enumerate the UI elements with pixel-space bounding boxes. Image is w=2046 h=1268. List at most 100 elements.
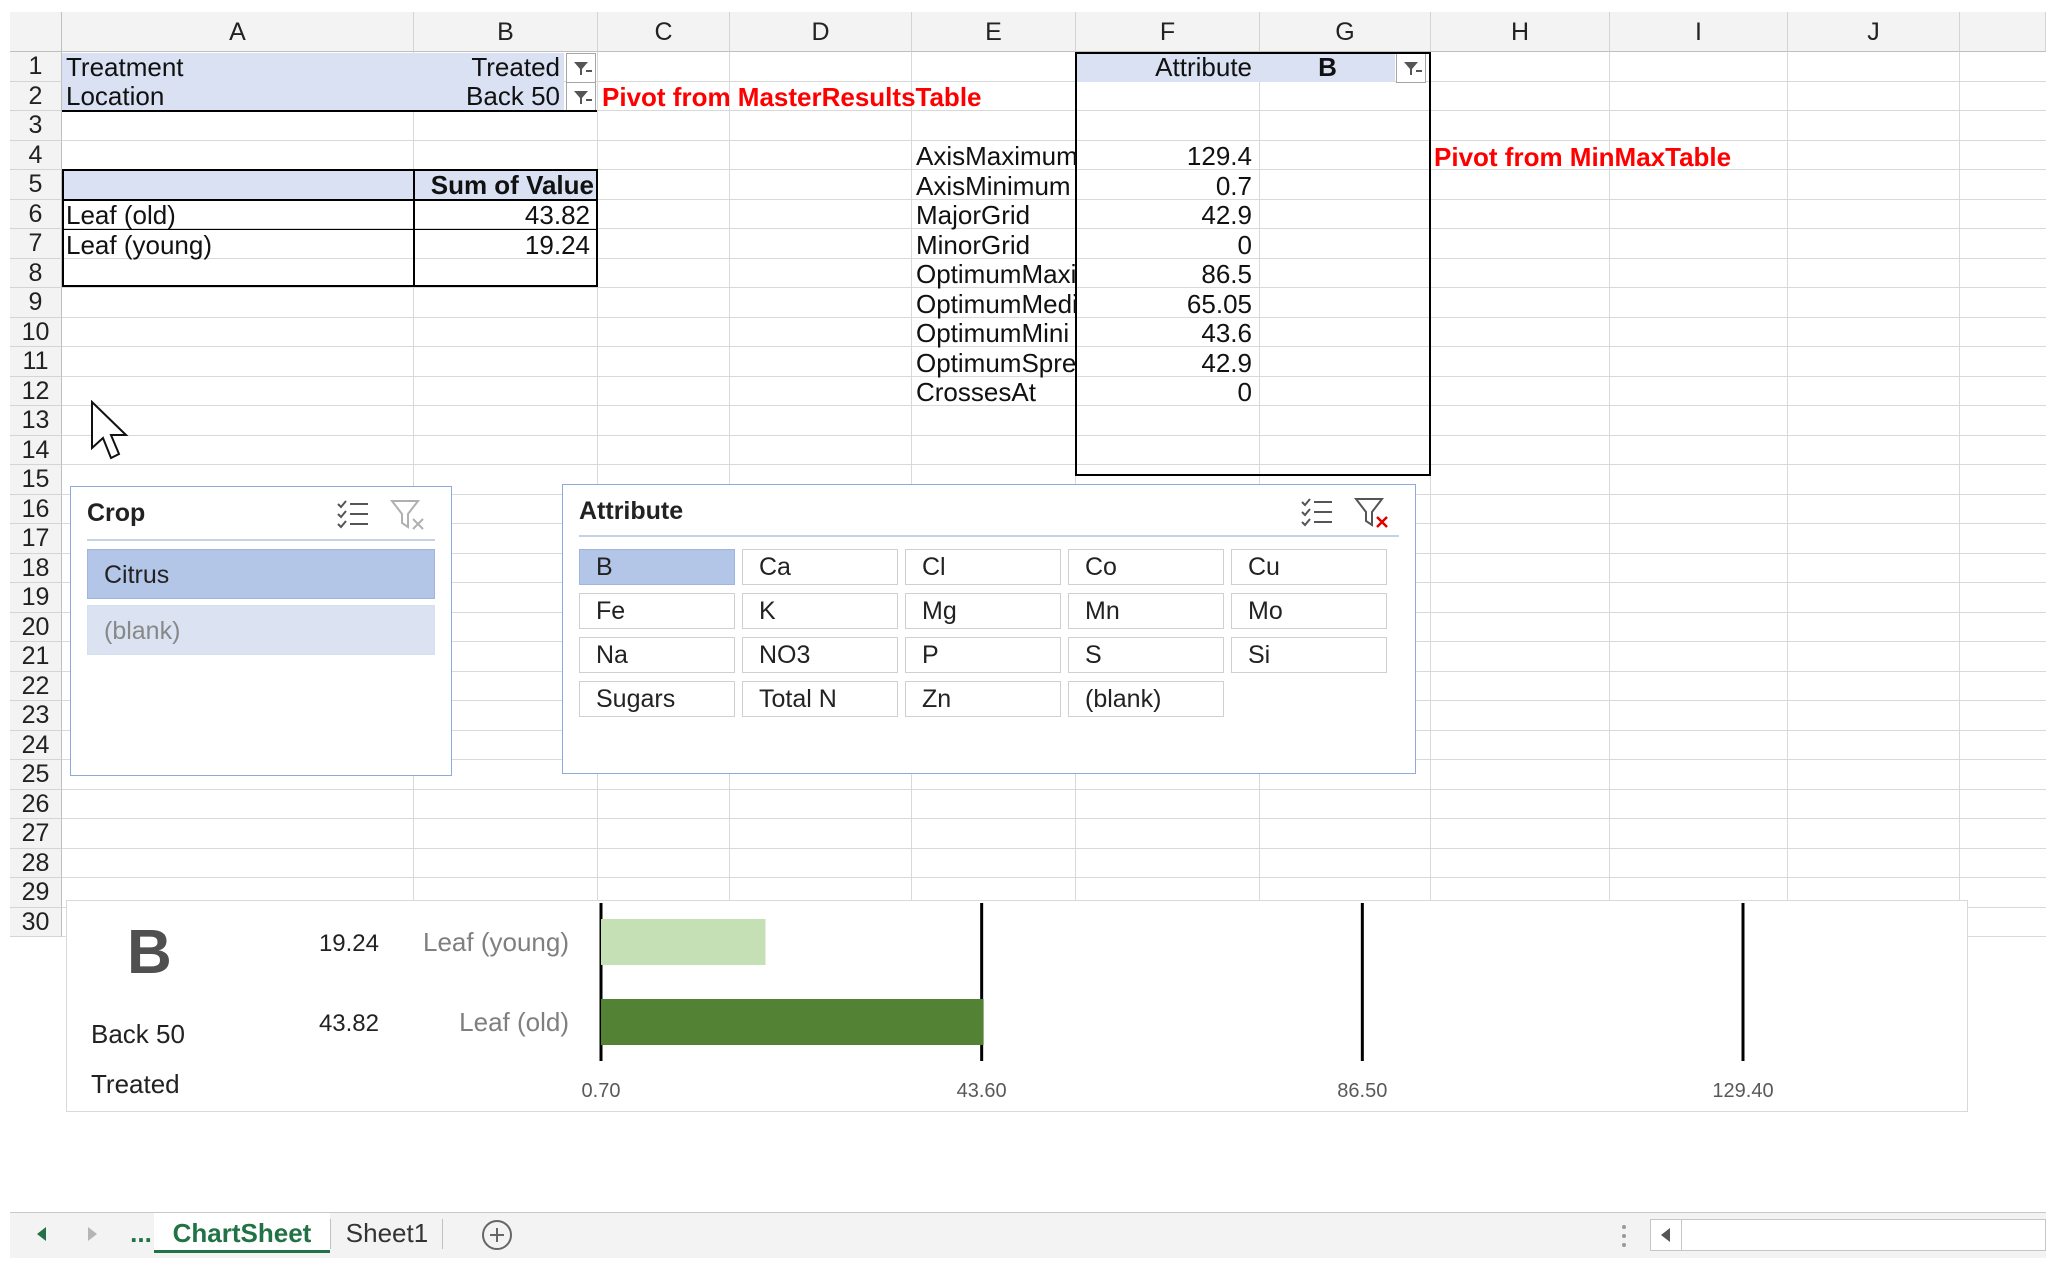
pivot2-row-value[interactable]: 42.9 bbox=[1078, 200, 1260, 230]
row-header[interactable]: 24 bbox=[10, 730, 62, 760]
pivot2-row-value[interactable]: 0.7 bbox=[1078, 171, 1260, 201]
add-sheet-icon[interactable] bbox=[480, 1218, 514, 1257]
filter-location-label[interactable]: Location bbox=[62, 82, 424, 111]
slicer-item-si[interactable]: Si bbox=[1231, 637, 1387, 673]
column-header[interactable]: E bbox=[912, 12, 1076, 52]
slicer-item-citrus[interactable]: Citrus bbox=[87, 549, 435, 599]
row-header[interactable]: 8 bbox=[10, 258, 62, 288]
slicer-item-k[interactable]: K bbox=[742, 593, 898, 629]
slicer-item-blank[interactable]: (blank) bbox=[87, 605, 435, 655]
pivot2-row-label[interactable]: OptimumMedi bbox=[916, 289, 1076, 319]
filter-location-value[interactable]: Back 50 bbox=[414, 82, 564, 111]
attribute-slicer[interactable]: Attribute B Ca Cl Co Cu Fe K Mg Mn Mo Na NO3 P S Si Sug… bbox=[562, 484, 1416, 774]
row-header[interactable]: 30 bbox=[10, 907, 62, 937]
scroll-left-button[interactable] bbox=[1651, 1220, 1682, 1250]
slicer-item-no3[interactable]: NO3 bbox=[742, 637, 898, 673]
column-header[interactable]: D bbox=[730, 12, 912, 52]
row-header[interactable]: 13 bbox=[10, 406, 62, 436]
filter-treatment-value[interactable]: Treated bbox=[414, 53, 564, 82]
column-header[interactable]: J bbox=[1788, 12, 1960, 52]
pivot2-row-value[interactable]: 0 bbox=[1078, 230, 1260, 260]
multi-select-icon[interactable] bbox=[335, 497, 371, 536]
splitter-handle-icon[interactable] bbox=[1620, 1223, 1628, 1254]
pivot2-row-value[interactable]: 43.6 bbox=[1078, 318, 1260, 348]
slicer-item-mn[interactable]: Mn bbox=[1068, 593, 1224, 629]
row-header[interactable]: 20 bbox=[10, 612, 62, 642]
column-header[interactable]: G bbox=[1260, 12, 1431, 52]
row-header[interactable]: 28 bbox=[10, 848, 62, 878]
slicer-item-sugars[interactable]: Sugars bbox=[579, 681, 735, 717]
slicer-item-p[interactable]: P bbox=[905, 637, 1061, 673]
tab-scroll-right-icon[interactable] bbox=[84, 1225, 100, 1248]
column-header[interactable]: C bbox=[598, 12, 730, 52]
pivot2-row-value[interactable]: 65.05 bbox=[1078, 289, 1260, 319]
clear-filter-icon[interactable] bbox=[1353, 495, 1391, 534]
slicer-item-zn[interactable]: Zn bbox=[905, 681, 1061, 717]
pivot2-row-label[interactable]: AxisMinimum bbox=[916, 171, 1076, 201]
row-header[interactable]: 12 bbox=[10, 376, 62, 406]
tab-sheet1[interactable]: Sheet1 bbox=[332, 1213, 442, 1253]
row-header[interactable]: 23 bbox=[10, 701, 62, 731]
slicer-item-ca[interactable]: Ca bbox=[742, 549, 898, 585]
pivot2-row-label[interactable]: MajorGrid bbox=[916, 200, 1076, 230]
pivot2-row-value[interactable]: 0 bbox=[1078, 377, 1260, 407]
row-header[interactable]: 4 bbox=[10, 140, 62, 170]
column-header[interactable]: A bbox=[62, 12, 414, 52]
horizontal-scrollbar[interactable] bbox=[1650, 1219, 2046, 1251]
column-header[interactable]: H bbox=[1431, 12, 1610, 52]
tab-chartsheet[interactable]: ChartSheet bbox=[154, 1213, 330, 1253]
row-header[interactable]: 1 bbox=[10, 52, 62, 82]
slicer-item-total-n[interactable]: Total N bbox=[742, 681, 898, 717]
pivot2-row-value[interactable]: 129.4 bbox=[1078, 141, 1260, 171]
bar-chart[interactable]: B Back 50 Treated 0.70 43.60 86.50 129.40 Le… bbox=[66, 900, 1968, 1112]
column-header[interactable]: F bbox=[1076, 12, 1260, 52]
column-header[interactable]: B bbox=[414, 12, 598, 52]
slicer-item-b[interactable]: B bbox=[579, 549, 735, 585]
column-header[interactable]: I bbox=[1610, 12, 1788, 52]
row-header[interactable]: 15 bbox=[10, 465, 62, 495]
row-header[interactable]: 19 bbox=[10, 583, 62, 613]
pivot2-row-value[interactable]: 86.5 bbox=[1078, 259, 1260, 289]
row-header[interactable]: 10 bbox=[10, 317, 62, 347]
row-header[interactable]: 2 bbox=[10, 81, 62, 111]
pivot2-row-label[interactable]: AxisMaximum bbox=[916, 141, 1076, 171]
slicer-item-mg[interactable]: Mg bbox=[905, 593, 1061, 629]
row-header[interactable]: 21 bbox=[10, 642, 62, 672]
row-header[interactable]: 22 bbox=[10, 671, 62, 701]
pivot2-row-value[interactable]: 42.9 bbox=[1078, 348, 1260, 378]
pivot2-row-label[interactable]: OptimumSprea bbox=[916, 348, 1076, 378]
crop-slicer[interactable]: Crop Citrus (blank) bbox=[70, 486, 452, 776]
slicer-item-blank[interactable]: (blank) bbox=[1068, 681, 1224, 717]
slicer-item-s[interactable]: S bbox=[1068, 637, 1224, 673]
slicer-item-co[interactable]: Co bbox=[1068, 549, 1224, 585]
select-all-corner[interactable] bbox=[10, 12, 62, 52]
tab-scroll-left-icon[interactable] bbox=[34, 1225, 50, 1248]
row-header[interactable]: 6 bbox=[10, 199, 62, 229]
row-header[interactable]: 18 bbox=[10, 553, 62, 583]
slicer-item-cu[interactable]: Cu bbox=[1231, 549, 1387, 585]
slicer-item-mo[interactable]: Mo bbox=[1231, 593, 1387, 629]
slicer-item-cl[interactable]: Cl bbox=[905, 549, 1061, 585]
row-header[interactable]: 25 bbox=[10, 760, 62, 790]
row-header[interactable]: 16 bbox=[10, 494, 62, 524]
row-header[interactable]: 3 bbox=[10, 111, 62, 141]
row-header[interactable]: 26 bbox=[10, 789, 62, 819]
clear-filter-icon[interactable] bbox=[389, 497, 427, 536]
row-header[interactable]: 17 bbox=[10, 524, 62, 554]
pivot2-row-label[interactable]: OptimumMaxi bbox=[916, 259, 1076, 289]
filter-treatment-label[interactable]: Treatment bbox=[62, 53, 424, 82]
row-header[interactable]: 11 bbox=[10, 347, 62, 377]
pivot2-row-label[interactable]: MinorGrid bbox=[916, 230, 1076, 260]
pivot2-row-label[interactable]: OptimumMini bbox=[916, 318, 1076, 348]
row-header[interactable]: 9 bbox=[10, 288, 62, 318]
row-header[interactable]: 7 bbox=[10, 229, 62, 259]
row-header[interactable]: 5 bbox=[10, 170, 62, 200]
row-header[interactable]: 14 bbox=[10, 435, 62, 465]
filter-treatment-dropdown[interactable] bbox=[566, 53, 596, 83]
slicer-item-na[interactable]: Na bbox=[579, 637, 735, 673]
slicer-item-fe[interactable]: Fe bbox=[579, 593, 735, 629]
pivot2-row-label[interactable]: CrossesAt bbox=[916, 377, 1076, 407]
row-header[interactable]: 27 bbox=[10, 819, 62, 849]
multi-select-icon[interactable] bbox=[1299, 495, 1335, 534]
row-header[interactable]: 29 bbox=[10, 878, 62, 908]
